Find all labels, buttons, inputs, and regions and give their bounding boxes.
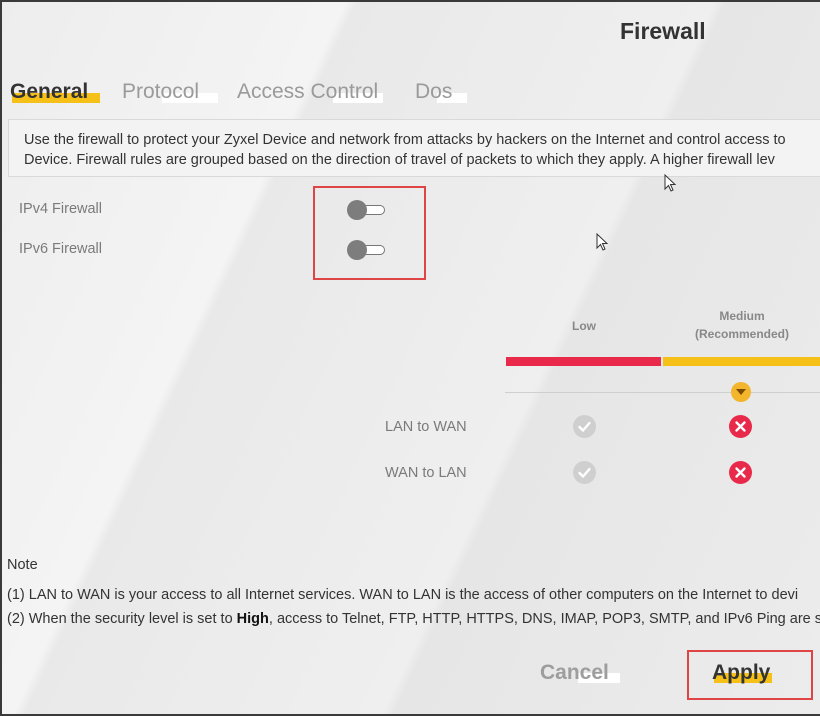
tab-general[interactable]: General — [10, 80, 100, 104]
x-circle-icon — [729, 461, 752, 484]
page-title: Firewall — [620, 18, 706, 44]
mouse-cursor-icon — [596, 233, 609, 251]
note-line-1: (1) LAN to WAN is your access to all Int… — [7, 587, 799, 603]
tab-protocol[interactable]: Protocol — [122, 80, 218, 104]
description-line: Use the firewall to protect your Zyxel D… — [24, 132, 786, 148]
tab-dos[interactable]: Dos — [415, 80, 467, 104]
apply-button[interactable]: Apply — [712, 661, 772, 685]
level-recommended: (Recommended) — [694, 327, 789, 341]
toggle-highlight-box — [313, 186, 426, 280]
chevron-down-icon — [736, 389, 746, 395]
level-low-bar[interactable] — [506, 357, 661, 366]
level-low-label[interactable]: Low — [554, 317, 614, 335]
level-slider-line — [505, 392, 820, 393]
lan-to-wan-label: LAN to WAN — [385, 419, 467, 435]
tab-label: Protocol — [122, 80, 200, 103]
note-heading: Note — [7, 557, 38, 573]
tab-access-control[interactable]: Access Control — [237, 80, 383, 104]
check-circle-icon — [573, 415, 596, 438]
description-line: Device. Firewall rules are grouped based… — [24, 152, 775, 168]
note-text: (2) When the security level is set to — [7, 611, 237, 627]
note-line-2: (2) When the security level is set to Hi… — [7, 611, 820, 627]
level-name: Medium — [719, 309, 765, 323]
button-label: Apply — [712, 661, 771, 684]
level-selected-marker[interactable] — [731, 382, 751, 402]
button-label: Cancel — [540, 661, 609, 684]
tab-label: Access Control — [237, 80, 379, 103]
note-text: , access to Telnet, FTP, HTTP, HTTPS, DN… — [268, 611, 820, 627]
note-emphasis: High — [236, 611, 269, 627]
cancel-button[interactable]: Cancel — [540, 661, 620, 685]
tab-label: General — [10, 80, 89, 103]
check-circle-icon — [573, 461, 596, 484]
firewall-description: Use the firewall to protect your Zyxel D… — [8, 119, 820, 177]
wan-to-lan-label: WAN to LAN — [385, 465, 467, 481]
ipv6-firewall-label: IPv6 Firewall — [19, 241, 102, 257]
x-circle-icon — [729, 415, 752, 438]
ipv4-firewall-label: IPv4 Firewall — [19, 201, 102, 217]
level-medium-label[interactable]: Medium (Recommended) — [672, 307, 812, 343]
tab-label: Dos — [415, 80, 453, 103]
mouse-cursor-icon — [664, 174, 677, 192]
level-medium-bar[interactable] — [663, 357, 820, 366]
